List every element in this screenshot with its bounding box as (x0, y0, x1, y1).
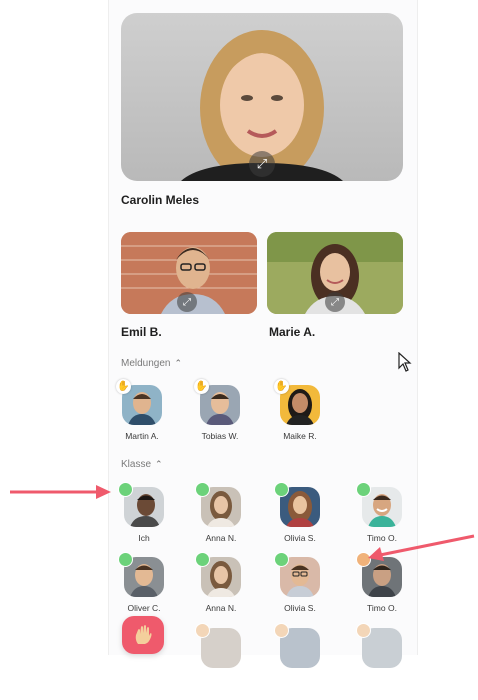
status-online-dot (274, 482, 289, 497)
chevron-up-icon: ⌃ (174, 358, 183, 369)
participant-name: Anna N. (205, 603, 237, 613)
status-online-dot (195, 482, 210, 497)
spotlight-name: Emil B. (121, 325, 162, 339)
participant-tile[interactable]: Ich (112, 482, 176, 559)
main-speaker-video[interactable]: ⤢ (121, 13, 403, 181)
status-online-dot (118, 482, 133, 497)
fullscreen-icon[interactable]: ⤢ (249, 151, 275, 177)
mouse-pointer-icon (398, 352, 412, 372)
participant-name: Oliver C. (127, 603, 161, 613)
participant-tile[interactable]: Anna N. (189, 482, 253, 559)
participant-tile[interactable] (189, 623, 253, 700)
participant-tile[interactable] (350, 623, 414, 700)
participant-name: Maike R. (283, 431, 317, 441)
status-online-dot (356, 482, 371, 497)
status-away-dot (274, 623, 289, 638)
status-online-dot (118, 552, 133, 567)
raise-hand-button[interactable] (122, 616, 164, 654)
raised-hand-tile[interactable]: ✋ Maike R. (268, 379, 332, 457)
participant-name: Olivia S. (284, 533, 316, 543)
chevron-up-icon: ⌃ (155, 459, 163, 470)
raised-hand-icon: ✋ (274, 379, 289, 394)
raised-hand-icon (135, 625, 152, 644)
participant-tile[interactable]: Anna N. (189, 552, 253, 629)
spotlight-name: Marie A. (269, 325, 316, 339)
annotation-arrow-left (10, 485, 111, 499)
participant-tile[interactable]: Olivia S. (268, 482, 332, 559)
participant-name: Olivia S. (284, 603, 316, 613)
participant-name: Anna N. (205, 533, 237, 543)
raised-hand-icon: ✋ (116, 379, 131, 394)
participant-name: Martin A. (125, 431, 159, 441)
status-online-dot (195, 552, 210, 567)
fullscreen-icon[interactable]: ⤢ (177, 292, 197, 312)
raised-hand-tile[interactable]: ✋ Tobias W. (188, 379, 252, 457)
section-label: Meldungen (121, 358, 171, 369)
section-label: Klasse (121, 459, 152, 470)
status-away-dot (195, 623, 210, 638)
spotlight-video-emil[interactable]: ⤢ (121, 232, 257, 314)
participant-tile[interactable] (268, 623, 332, 700)
section-meldungen-toggle[interactable]: Meldungen ⌃ (121, 358, 182, 369)
status-online-dot (274, 552, 289, 567)
participant-name: Ich (138, 533, 150, 543)
raised-hand-icon: ✋ (194, 379, 209, 394)
participant-name: Tobias W. (201, 431, 239, 441)
section-klasse-toggle[interactable]: Klasse ⌃ (121, 459, 163, 470)
raised-hand-tile[interactable]: ✋ Martin A. (110, 379, 174, 457)
status-away-dot (356, 623, 371, 638)
participant-name: Timo O. (367, 603, 397, 613)
main-speaker-name: Carolin Meles (121, 193, 200, 207)
participant-tile[interactable]: Timo O. (350, 552, 414, 629)
annotation-arrow-right (368, 534, 475, 561)
participant-tile[interactable]: Olivia S. (268, 552, 332, 629)
fullscreen-icon[interactable]: ⤢ (325, 292, 345, 312)
spotlight-video-marie[interactable]: ⤢ (267, 232, 403, 314)
